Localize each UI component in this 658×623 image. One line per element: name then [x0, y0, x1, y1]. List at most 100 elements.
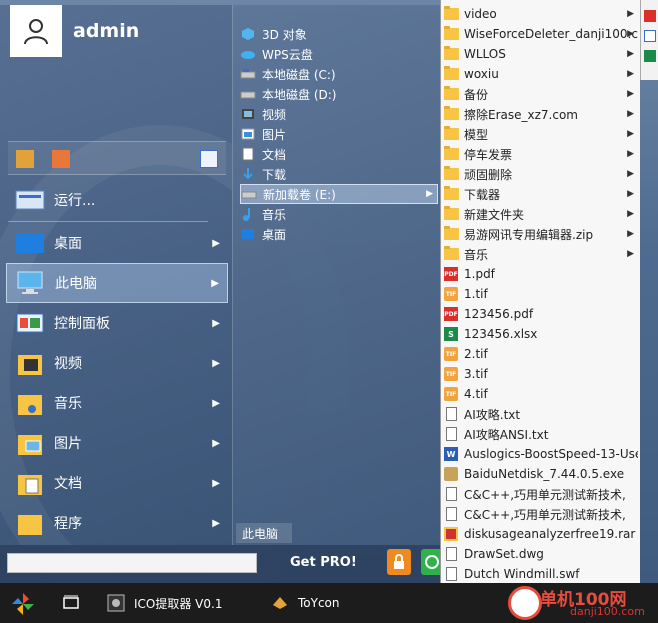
item-label: 3.tif: [464, 367, 488, 381]
left-menu-music[interactable]: 音乐 ▶: [6, 383, 228, 423]
pdf-icon: PDF: [443, 266, 459, 282]
left-menu-label: 桌面: [54, 236, 82, 252]
folder-item[interactable]: 停车发票 ▶: [443, 144, 638, 164]
mid-menu-label: 视频: [262, 107, 287, 122]
file-item[interactable]: TIF 1.tif: [443, 284, 638, 304]
taskbar-app-toycon[interactable]: ToYcon: [270, 583, 340, 623]
chevron-right-icon: ▶: [627, 49, 634, 59]
file-item[interactable]: PDF 1.pdf: [443, 264, 638, 284]
folder-item[interactable]: 擦除Erase_xz7.com ▶: [443, 104, 638, 124]
folder-item[interactable]: 易游网讯专用编辑器.zip ▶: [443, 224, 638, 244]
file-item[interactable]: TIF 3.tif: [443, 364, 638, 384]
task-view-icon[interactable]: [62, 594, 80, 612]
doc-icon: [443, 546, 459, 562]
left-menu-desktop[interactable]: 桌面 ▶: [6, 223, 228, 263]
window-icon[interactable]: [200, 150, 218, 168]
folder-item[interactable]: video ▶: [443, 4, 638, 24]
folder-item[interactable]: 新建文件夹 ▶: [443, 204, 638, 224]
folder-item[interactable]: 模型 ▶: [443, 124, 638, 144]
file-item[interactable]: C&C++,巧用单元测试新技术,: [443, 504, 638, 524]
left-menu-programs[interactable]: 程序 ▶: [6, 503, 228, 543]
item-label: video: [464, 7, 497, 21]
this-pc-footer-label[interactable]: 此电脑: [236, 523, 292, 543]
menu-divider: [8, 221, 208, 222]
chevron-right-icon: ▶: [627, 9, 634, 19]
mid-menu-item[interactable]: 文档: [240, 144, 438, 164]
3d-objects-icon: [240, 26, 256, 42]
file-item[interactable]: DrawSet.dwg: [443, 544, 638, 564]
add-icon[interactable]: [16, 150, 34, 168]
music-folder-icon: [14, 388, 46, 418]
tif-icon: TIF: [443, 366, 459, 382]
left-menu-label: 控制面板: [54, 316, 110, 332]
doc-icon: [443, 406, 459, 422]
programs-folder-icon: [14, 508, 46, 538]
left-menu-run[interactable]: 运行...: [6, 180, 228, 220]
mid-menu-label: 本地磁盘 (D:): [262, 87, 337, 102]
item-label: DrawSet.dwg: [464, 547, 544, 561]
mid-menu-item[interactable]: 图片: [240, 124, 438, 144]
folder-item[interactable]: WiseForceDeleter_danji100.c ▶: [443, 24, 638, 44]
file-item[interactable]: TIF 4.tif: [443, 384, 638, 404]
folder-icon: [443, 66, 459, 82]
file-item[interactable]: diskusageanalyzerfree19.rar: [443, 524, 638, 544]
mid-menu-item[interactable]: 下载: [240, 164, 438, 184]
chevron-right-icon: ▶: [627, 69, 634, 79]
mid-menu-item[interactable]: 本地磁盘 (C:): [240, 64, 438, 84]
mid-menu-item[interactable]: 本地磁盘 (D:): [240, 84, 438, 104]
chevron-right-icon: ▶: [212, 317, 220, 329]
start-button-icon[interactable]: [10, 591, 36, 617]
left-menu-pictures[interactable]: 图片 ▶: [6, 423, 228, 463]
user-avatar[interactable]: [10, 5, 62, 57]
left-menu-this-pc[interactable]: 此电脑 ▶: [6, 263, 228, 303]
chevron-right-icon: ▶: [627, 169, 634, 179]
remove-icon[interactable]: [52, 150, 70, 168]
folder-item[interactable]: woxiu ▶: [443, 64, 638, 84]
taskbar-app-ico-extractor[interactable]: ICO提取器 V0.1: [106, 583, 222, 623]
file-item[interactable]: TIF 2.tif: [443, 344, 638, 364]
folder-item[interactable]: 音乐 ▶: [443, 244, 638, 264]
file-item[interactable]: W Auslogics-BoostSpeed-13-User: [443, 444, 638, 464]
file-item[interactable]: S 123456.xlsx: [443, 324, 638, 344]
item-label: WLLOS: [464, 47, 506, 61]
left-menu-label: 运行...: [54, 193, 96, 209]
file-item[interactable]: AI攻略ANSI.txt: [443, 424, 638, 444]
left-menu-control-panel[interactable]: 控制面板 ▶: [6, 303, 228, 343]
item-label: 1.pdf: [464, 267, 495, 281]
chevron-right-icon: ▶: [426, 189, 433, 199]
mid-menu-item[interactable]: 音乐: [240, 204, 438, 224]
file-item[interactable]: BaiduNetdisk_7.44.0.5.exe: [443, 464, 638, 484]
taskbar-app-label: ICO提取器 V0.1: [134, 596, 223, 611]
power-button[interactable]: [421, 549, 441, 575]
left-menu-video[interactable]: 视频 ▶: [6, 343, 228, 383]
file-item[interactable]: AI攻略.txt: [443, 404, 638, 424]
drive-icon: [240, 86, 256, 102]
item-label: diskusageanalyzerfree19.rar: [464, 527, 636, 541]
mid-menu-item[interactable]: 视频: [240, 104, 438, 124]
left-menu-documents[interactable]: 文档 ▶: [6, 463, 228, 503]
file-item[interactable]: C&C++,巧用单元测试新技术,: [443, 484, 638, 504]
lock-icon: [394, 554, 404, 569]
folder-item[interactable]: 下载器 ▶: [443, 184, 638, 204]
lock-button[interactable]: [387, 549, 411, 575]
chevron-right-icon: ▶: [627, 209, 634, 219]
file-item[interactable]: Dutch Windmill.swf: [443, 564, 638, 584]
folder-item[interactable]: 顽固删除 ▶: [443, 164, 638, 184]
taskbar-app-label: ToYcon: [298, 596, 340, 610]
mid-menu-item[interactable]: 3D 对象: [240, 24, 438, 44]
mid-menu-item[interactable]: WPS云盘: [240, 44, 438, 64]
chevron-right-icon: ▶: [627, 149, 634, 159]
left-menu-label: 程序: [54, 516, 82, 532]
search-input[interactable]: [7, 553, 257, 573]
folder-item[interactable]: WLLOS ▶: [443, 44, 638, 64]
folder-item[interactable]: 备份 ▶: [443, 84, 638, 104]
mid-menu-item-selected[interactable]: 新加载卷 (E:) ▶: [240, 184, 438, 204]
item-label: 123456.pdf: [464, 307, 534, 321]
get-pro-link[interactable]: Get PRO!: [290, 555, 357, 570]
folder-icon: [443, 246, 459, 262]
download-icon: [240, 166, 256, 182]
mid-menu-item[interactable]: 桌面: [240, 224, 438, 244]
file-item[interactable]: PDF 123456.pdf: [443, 304, 638, 324]
exe-icon: [443, 466, 459, 482]
tif-icon: TIF: [443, 286, 459, 302]
